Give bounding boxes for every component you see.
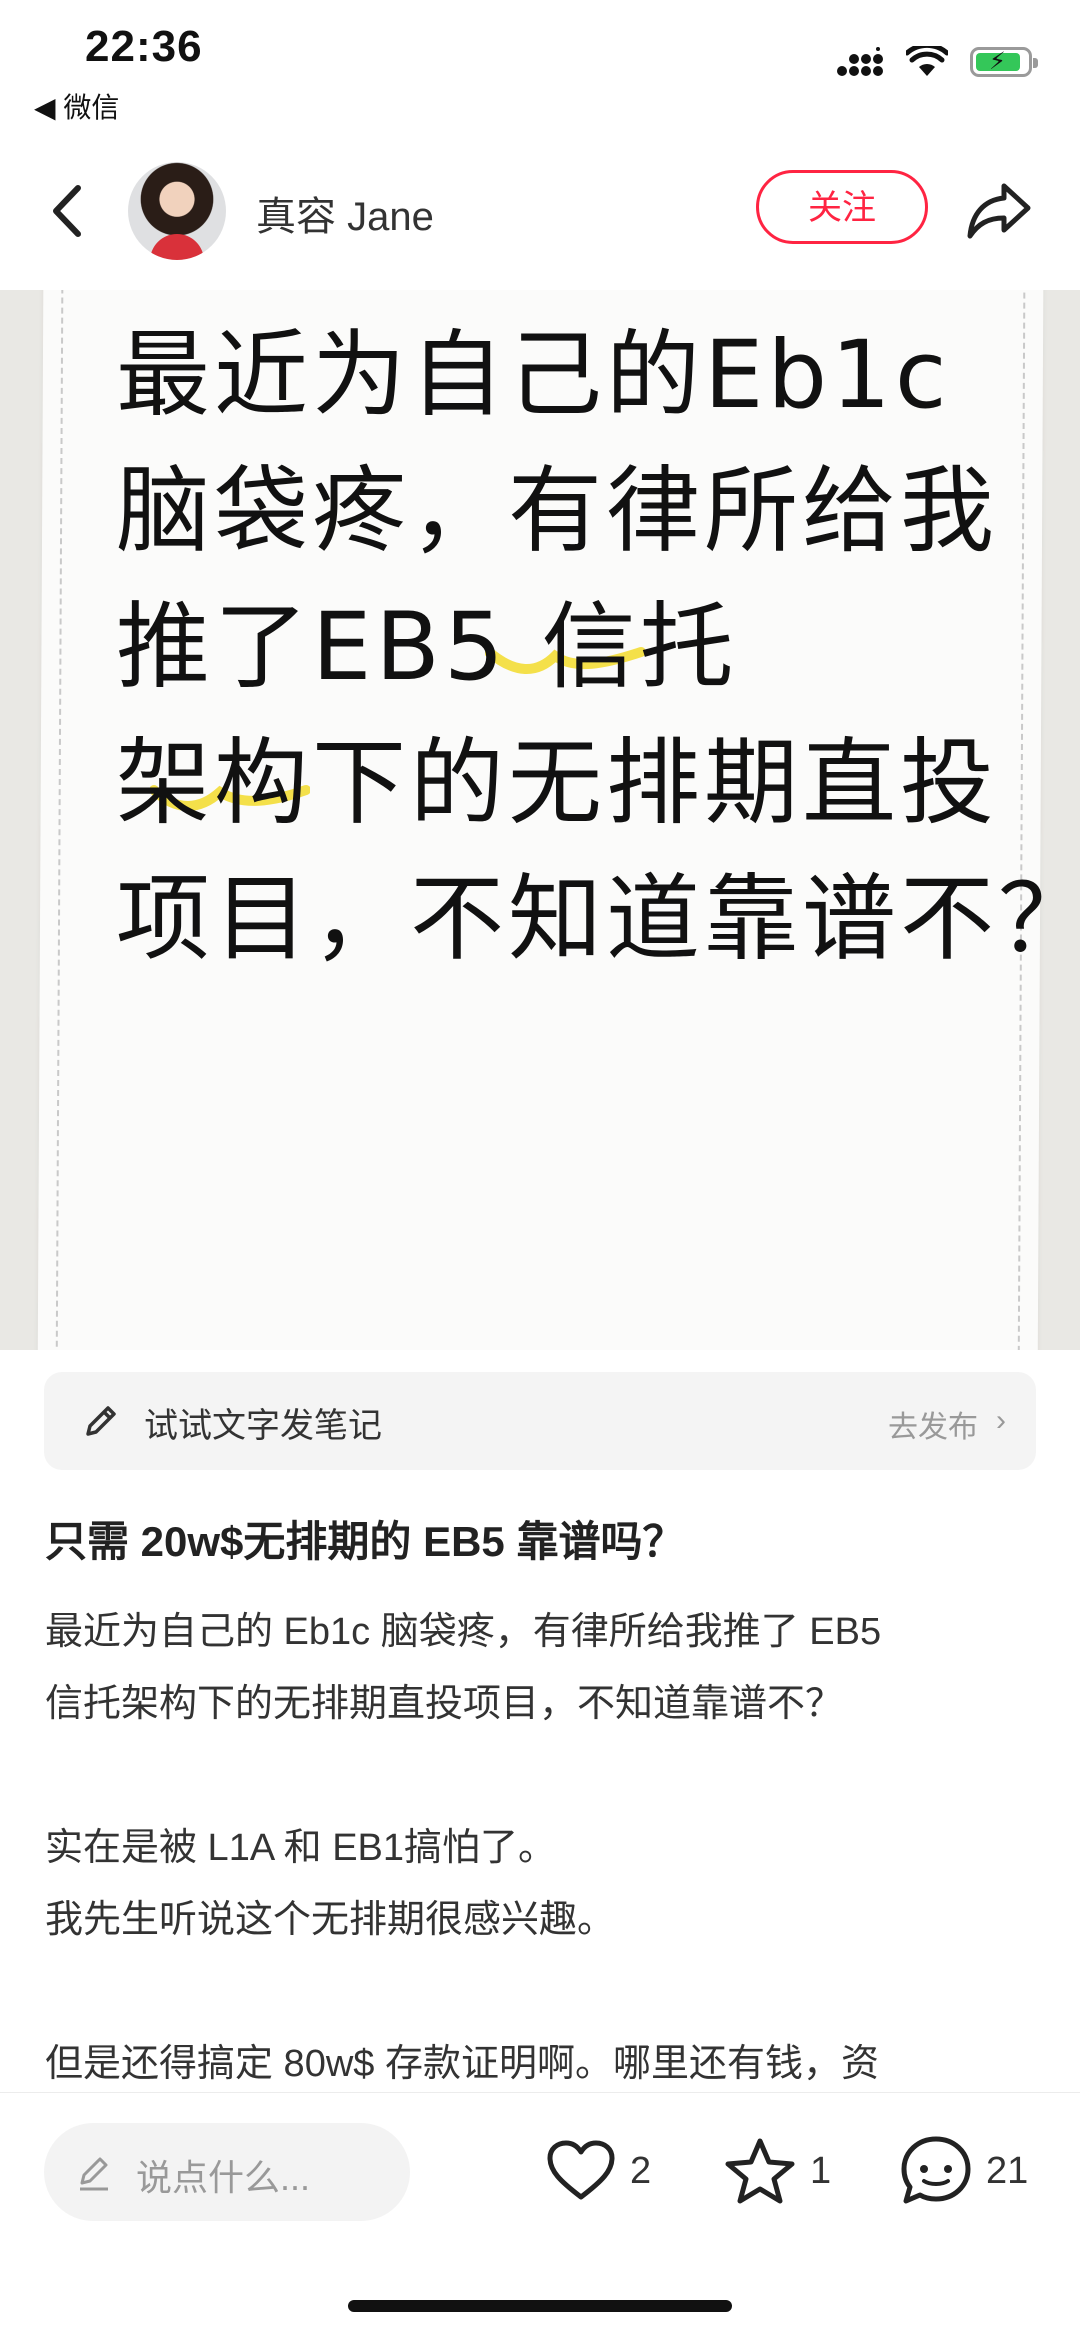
back-to-wechat-link[interactable]: ◀ 微信 <box>34 86 119 126</box>
post-body-line: 信托架构下的无排期直投项目，不知道靠谱不？ <box>45 1683 844 1725</box>
chat-bubble-icon <box>901 2136 971 2204</box>
text-note-prompt[interactable]: 试试文字发笔记 去发布 › <box>44 1372 1036 1470</box>
status-icons: ⚡ <box>836 46 1038 78</box>
author-avatar[interactable] <box>128 162 226 260</box>
status-bar: 22:36 ◀ 微信 ⚡ <box>0 0 1080 123</box>
post-body-line: 但是还得搞定 80w$ 存款证明啊。哪里还有钱，资 <box>45 2043 879 2085</box>
post-body: 最近为自己的 Eb1c 脑袋疼，有律所给我推了 EB5 信托架构下的无排期直投项… <box>45 1596 1035 2100</box>
comment-count: 21 <box>986 2149 1029 2192</box>
post-image[interactable]: 最近为自己的Eb1c 脑袋疼，有律所给我 推了EB5 信托 架构下的无排期直投 … <box>0 290 1080 1350</box>
back-icon[interactable] <box>40 176 100 246</box>
image-text-line: 脑袋疼，有律所给我 <box>116 457 999 566</box>
collect-button[interactable]: 1 <box>724 2131 831 2211</box>
text-note-label: 试试文字发笔记 <box>144 1407 382 1445</box>
battery-icon: ⚡ <box>970 47 1038 77</box>
image-text-line: 项目，不知道靠谱不？ <box>116 865 1080 974</box>
home-indicator[interactable] <box>348 2300 732 2312</box>
wifi-icon <box>906 46 948 76</box>
status-time: 22:36 <box>85 22 203 71</box>
share-icon[interactable] <box>964 178 1034 242</box>
post-body-line: 最近为自己的 Eb1c 脑袋疼，有律所给我推了 EB5 <box>45 1611 882 1653</box>
heart-icon <box>547 2140 615 2200</box>
comment-input[interactable]: 说点什么... <box>44 2123 410 2221</box>
image-text-line: 架构下的无排期直投 <box>116 729 999 838</box>
pencil-icon <box>86 1406 116 1436</box>
post-title: 只需 20w$无排期的 EB5 靠谱吗？ <box>45 1518 685 1565</box>
comment-placeholder: 说点什么... <box>136 2157 311 2198</box>
like-count: 2 <box>630 2149 652 2192</box>
edit-icon <box>80 2157 108 2191</box>
follow-button[interactable]: 关注 <box>756 170 928 244</box>
chevron-right-icon: › <box>996 1404 1006 1437</box>
go-publish-link[interactable]: 去发布 <box>888 1402 978 1446</box>
post-body-line: 我先生听说这个无排期很感兴趣。 <box>45 1899 616 1941</box>
cellular-signal-icon <box>837 47 883 76</box>
comment-button[interactable]: 21 <box>900 2131 1028 2211</box>
author-name[interactable]: 真容 Jane <box>256 184 434 242</box>
image-text: 最近为自己的Eb1c 脑袋疼，有律所给我 推了EB5 信托 架构下的无排期直投 … <box>116 308 1080 988</box>
charging-bolt-icon: ⚡ <box>989 48 1006 75</box>
collect-count: 1 <box>810 2149 832 2192</box>
like-button[interactable]: 2 <box>546 2131 651 2211</box>
post-body-line: 实在是被 L1A 和 EB1搞怕了。 <box>45 1827 557 1869</box>
image-text-line: 最近为自己的Eb1c <box>116 321 951 430</box>
image-text-line: 推了EB5 信托 <box>116 593 738 702</box>
post-header: 真容 Jane 关注 <box>0 150 1080 270</box>
star-icon <box>725 2138 795 2204</box>
